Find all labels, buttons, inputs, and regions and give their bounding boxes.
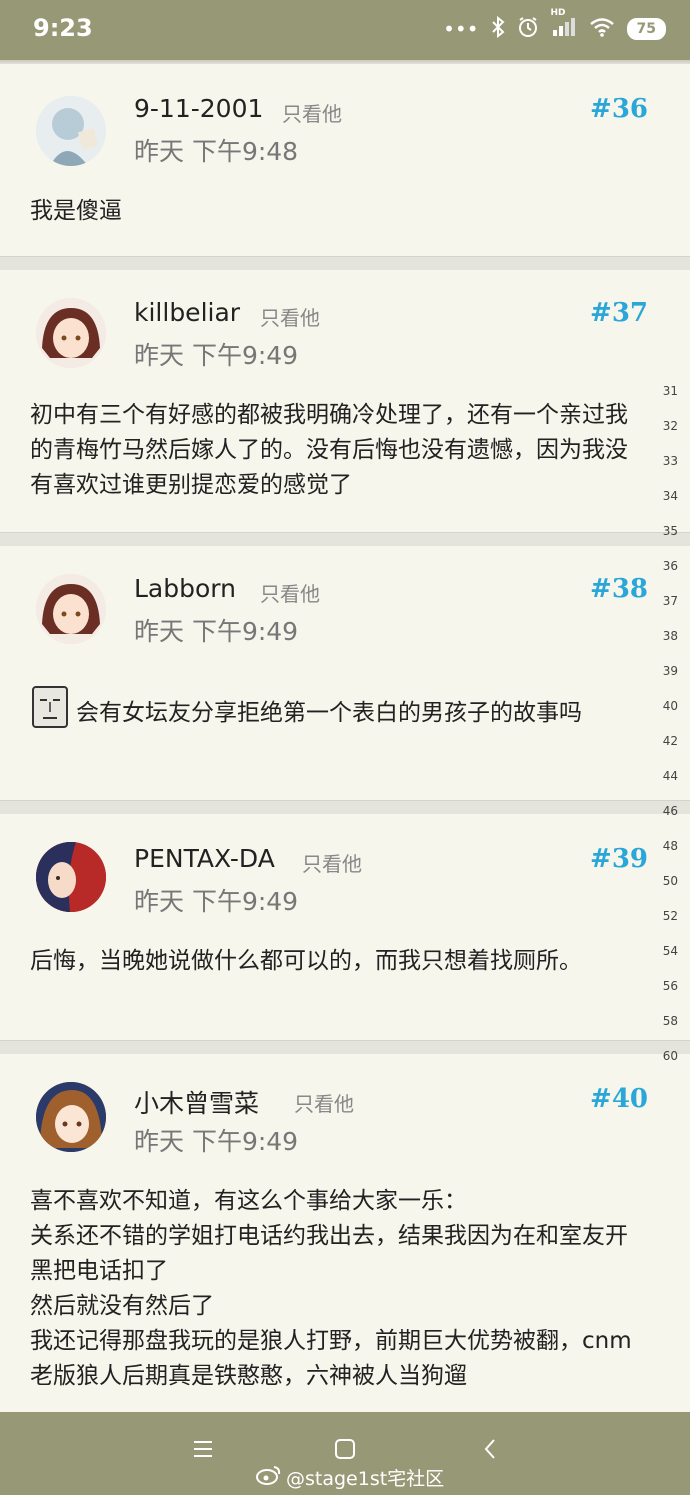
back-icon[interactable] xyxy=(480,1438,502,1464)
floor-number: #38 xyxy=(590,574,648,604)
post-content: 后悔，当晚她说做什么都可以的，而我只想着找厕所。 xyxy=(30,944,640,979)
post-content: 会有女坛友分享拒绝第一个表白的男孩子的故事吗 xyxy=(30,684,640,731)
avatar[interactable] xyxy=(36,1082,106,1152)
scroll-index-item[interactable]: 56 xyxy=(663,979,678,993)
username[interactable]: 小木曾雪菜 xyxy=(134,1084,259,1120)
post-card: Labborn 只看他 #38 昨天 下午9:49 会有女坛友分享拒绝第一个表白… xyxy=(0,546,690,801)
content-paragraph: 会有女坛友分享拒绝第一个表白的男孩子的故事吗 xyxy=(30,684,640,731)
more-dots-icon: ••• xyxy=(443,17,479,41)
content-line: 我还记得那盘我玩的是狼人打野，前期巨大优势被翻，cnm老版狼人后期真是铁憨憨，六… xyxy=(30,1328,632,1389)
content-line: 初中有三个有好感的都被我明确冷处理了，还有一个亲过我的青梅竹马然后嫁人了的。没有… xyxy=(30,402,628,498)
post-time: 昨天 下午9:49 xyxy=(134,1127,299,1156)
scroll-index-item[interactable]: 36 xyxy=(663,559,678,573)
scroll-index-item[interactable]: 31 xyxy=(663,384,678,398)
scroll-index-item[interactable]: 35 xyxy=(663,524,678,538)
post-card: 9-11-2001 只看他 #36 昨天 下午9:48 我是傻逼 xyxy=(0,64,690,257)
bluetooth-icon xyxy=(491,15,505,43)
avatar[interactable] xyxy=(36,96,106,166)
signal-icon: HD xyxy=(551,8,577,43)
menu-icon[interactable] xyxy=(192,1438,214,1464)
watermark-text: @stage1st宅社区 xyxy=(286,1468,445,1490)
avatar[interactable] xyxy=(36,298,106,368)
status-icons: ••• HD 75 xyxy=(443,8,666,44)
username[interactable]: Labborn xyxy=(134,574,236,603)
scroll-index-item[interactable]: 37 xyxy=(663,594,678,608)
emoticon-icon xyxy=(30,684,70,730)
scroll-index-item[interactable]: 33 xyxy=(663,454,678,468)
post-content: 我是傻逼 xyxy=(30,194,640,229)
floor-number: #40 xyxy=(590,1084,648,1114)
content-line: 喜不喜欢不知道，有这么个事给大家一乐： xyxy=(30,1188,467,1214)
scroll-index-item[interactable]: 52 xyxy=(663,909,678,923)
scroll-index-item[interactable]: 32 xyxy=(663,419,678,433)
post-time: 昨天 下午9:49 xyxy=(134,617,299,646)
only-him-button[interactable]: 只看他 xyxy=(282,98,342,127)
content-line: 我是傻逼 xyxy=(30,198,122,224)
only-him-button[interactable]: 只看他 xyxy=(260,302,320,331)
only-him-button[interactable]: 只看他 xyxy=(260,578,320,607)
wifi-icon xyxy=(589,17,615,42)
avatar[interactable] xyxy=(36,574,106,644)
username[interactable]: killbeliar xyxy=(134,298,240,327)
post-time: 昨天 下午9:48 xyxy=(134,137,299,166)
post-time: 昨天 下午9:49 xyxy=(134,887,299,916)
post-card: PENTAX-DA 只看他 #39 昨天 下午9:49 后悔，当晚她说做什么都可… xyxy=(0,814,690,1041)
weibo-logo-icon xyxy=(256,1465,282,1490)
scroll-index-item[interactable]: 44 xyxy=(663,769,678,783)
only-him-button[interactable]: 只看他 xyxy=(294,1088,354,1117)
alarm-icon xyxy=(517,16,539,43)
post-time: 昨天 下午9:49 xyxy=(134,341,299,370)
home-icon[interactable] xyxy=(334,1438,356,1464)
post-content: 初中有三个有好感的都被我明确冷处理了，还有一个亲过我的青梅竹马然后嫁人了的。没有… xyxy=(30,398,640,503)
scroll-index-item[interactable]: 50 xyxy=(663,874,678,888)
battery-indicator: 75 xyxy=(626,18,666,40)
scroll-index-item[interactable]: 42 xyxy=(663,734,678,748)
floor-number: #37 xyxy=(590,298,648,328)
content-line: 后悔，当晚她说做什么都可以的，而我只想着找厕所。 xyxy=(30,948,582,974)
content-line: 会有女坛友分享拒绝第一个表白的男孩子的故事吗 xyxy=(76,700,582,726)
floor-number: #36 xyxy=(590,94,648,124)
username[interactable]: PENTAX-DA xyxy=(134,844,275,873)
content-line: 关系还不错的学姐打电话约我出去，结果我因为在和室友开黑把电话扣了 xyxy=(30,1223,628,1284)
post-card: killbeliar 只看他 #37 昨天 下午9:49 初中有三个有好感的都被… xyxy=(0,270,690,533)
username[interactable]: 9-11-2001 xyxy=(134,94,263,123)
status-time: 9:23 xyxy=(33,14,93,42)
floor-number: #39 xyxy=(590,844,648,874)
scroll-index-item[interactable]: 46 xyxy=(663,804,678,818)
scroll-index-item[interactable]: 48 xyxy=(663,839,678,853)
scroll-index-item[interactable]: 34 xyxy=(663,489,678,503)
watermark: @stage1st宅社区 xyxy=(256,1464,444,1491)
scroll-index-item[interactable]: 39 xyxy=(663,664,678,678)
status-bar: 9:23 ••• HD 75 xyxy=(0,0,690,60)
only-him-button[interactable]: 只看他 xyxy=(302,848,362,877)
scroll-index-item[interactable]: 38 xyxy=(663,629,678,643)
scroll-index-item[interactable]: 58 xyxy=(663,1014,678,1028)
scroll-index-item[interactable]: 60 xyxy=(663,1049,678,1063)
scroll-index-item[interactable]: 40 xyxy=(663,699,678,713)
scroll-index-item[interactable]: 54 xyxy=(663,944,678,958)
avatar[interactable] xyxy=(36,842,106,912)
post-card: 小木曾雪菜 只看他 #40 昨天 下午9:49 喜不喜欢不知道，有这么个事给大家… xyxy=(0,1054,690,1412)
hd-label: HD xyxy=(550,7,566,18)
content-line: 然后就没有然后了 xyxy=(30,1293,214,1319)
post-content: 喜不喜欢不知道，有这么个事给大家一乐： 关系还不错的学姐打电话约我出去，结果我因… xyxy=(30,1184,640,1394)
